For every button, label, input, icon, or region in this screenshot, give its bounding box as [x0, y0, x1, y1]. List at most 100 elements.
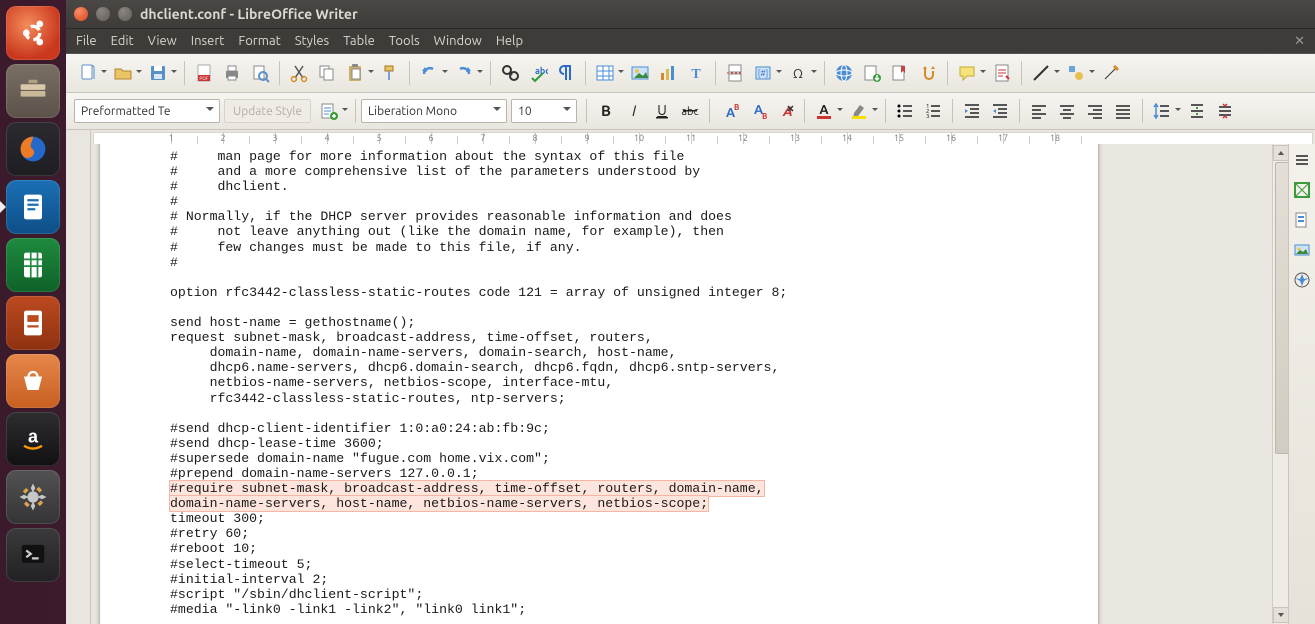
launcher-files[interactable]	[6, 64, 60, 118]
sidebar-navigator-icon[interactable]	[1292, 270, 1312, 290]
underline-button[interactable]: U	[649, 98, 675, 124]
undo-button[interactable]	[416, 60, 442, 86]
launcher-calc[interactable]	[6, 238, 60, 292]
svg-text:PDF: PDF	[199, 75, 209, 81]
sidebar-settings-icon[interactable]	[1292, 150, 1312, 170]
superscript-button[interactable]: AB	[716, 98, 742, 124]
scroll-down-button[interactable]	[1273, 607, 1289, 623]
insert-bookmark-button[interactable]	[887, 60, 913, 86]
launcher-amazon[interactable]: a	[6, 412, 60, 466]
insert-page-break-button[interactable]	[722, 60, 748, 86]
font-size-combo[interactable]: 10	[511, 99, 577, 123]
titlebar[interactable]: dhclient.conf - LibreOffice Writer	[66, 0, 1315, 29]
scroll-up-button[interactable]	[1273, 145, 1289, 161]
insert-special-char-button[interactable]: Ω	[785, 60, 811, 86]
insert-cross-ref-button[interactable]	[915, 60, 941, 86]
insert-textbox-button[interactable]: T	[683, 60, 709, 86]
show-draw-functions-button[interactable]	[1098, 60, 1124, 86]
highlight-color-button[interactable]	[846, 98, 872, 124]
toolbar-formatting: Preformatted Te Update Style Liberation …	[66, 93, 1315, 130]
formatting-marks-button[interactable]	[553, 60, 579, 86]
save-button[interactable]	[145, 60, 171, 86]
print-button[interactable]	[219, 60, 245, 86]
svg-text:3: 3	[926, 113, 929, 120]
svg-text:Ω: Ω	[793, 67, 803, 81]
insert-hyperlink-button[interactable]	[831, 60, 857, 86]
insert-table-button[interactable]	[592, 60, 618, 86]
sidebar-gallery-icon[interactable]	[1292, 240, 1312, 260]
update-style-button[interactable]: Update Style	[224, 99, 311, 123]
document-viewport[interactable]: # man page for more information about th…	[91, 144, 1273, 624]
menu-format[interactable]: Format	[238, 34, 280, 48]
decrease-indent-button[interactable]	[987, 98, 1013, 124]
export-pdf-button[interactable]: PDF	[191, 60, 217, 86]
align-center-button[interactable]	[1054, 98, 1080, 124]
decrease-para-spacing-button[interactable]	[1212, 98, 1238, 124]
bullet-list-button[interactable]	[892, 98, 918, 124]
align-left-button[interactable]	[1026, 98, 1052, 124]
increase-indent-button[interactable]	[959, 98, 985, 124]
insert-chart-button[interactable]	[655, 60, 681, 86]
insert-image-button[interactable]	[627, 60, 653, 86]
menu-window[interactable]: Window	[434, 34, 482, 48]
cut-button[interactable]	[286, 60, 312, 86]
vertical-ruler[interactable]	[66, 144, 91, 624]
window-maximize-button[interactable]	[118, 7, 132, 21]
subscript-button[interactable]: AB	[744, 98, 770, 124]
launcher-dash[interactable]	[6, 6, 60, 60]
insert-field-button[interactable]: [#]	[750, 60, 776, 86]
bold-button[interactable]: B	[593, 98, 619, 124]
launcher-firefox[interactable]	[6, 122, 60, 176]
new-style-button[interactable]	[316, 98, 342, 124]
unity-launcher: a	[0, 0, 66, 624]
menu-table[interactable]: Table	[343, 34, 375, 48]
menu-file[interactable]: File	[76, 34, 97, 48]
align-justify-button[interactable]	[1110, 98, 1136, 124]
svg-text:B: B	[734, 103, 739, 112]
vertical-scrollbar[interactable]	[1272, 144, 1289, 624]
scroll-thumb[interactable]	[1275, 162, 1289, 454]
sidebar-properties-icon[interactable]	[1292, 180, 1312, 200]
increase-para-spacing-button[interactable]	[1184, 98, 1210, 124]
spellcheck-button[interactable]: abc	[525, 60, 551, 86]
clone-formatting-button[interactable]	[377, 60, 403, 86]
basic-shapes-button[interactable]	[1063, 60, 1089, 86]
redo-button[interactable]	[451, 60, 477, 86]
window-minimize-button[interactable]	[96, 7, 110, 21]
paste-button[interactable]	[342, 60, 368, 86]
italic-button[interactable]: I	[621, 98, 647, 124]
launcher-software[interactable]	[6, 354, 60, 408]
print-preview-button[interactable]	[247, 60, 273, 86]
font-name-combo[interactable]: Liberation Mono	[361, 99, 507, 123]
close-document-button[interactable]: ✕	[1294, 34, 1305, 49]
line-drawing-button[interactable]	[1028, 60, 1054, 86]
copy-button[interactable]	[314, 60, 340, 86]
menu-tools[interactable]: Tools	[389, 34, 420, 48]
launcher-settings[interactable]	[6, 470, 60, 524]
clear-formatting-button[interactable]: A	[772, 98, 798, 124]
menu-help[interactable]: Help	[496, 34, 523, 48]
line-spacing-button[interactable]	[1149, 98, 1175, 124]
find-replace-button[interactable]	[497, 60, 523, 86]
menu-styles[interactable]: Styles	[295, 34, 329, 48]
number-list-button[interactable]: 123	[920, 98, 946, 124]
strikethrough-button[interactable]: abc	[677, 98, 703, 124]
track-changes-button[interactable]	[989, 60, 1015, 86]
align-right-button[interactable]	[1082, 98, 1108, 124]
launcher-writer[interactable]	[6, 180, 60, 234]
launcher-terminal[interactable]	[6, 528, 60, 582]
window-close-button[interactable]	[74, 7, 88, 21]
open-button[interactable]	[110, 60, 136, 86]
insert-comment-button[interactable]	[954, 60, 980, 86]
menu-view[interactable]: View	[148, 34, 177, 48]
paragraph-style-combo[interactable]: Preformatted Te	[74, 99, 220, 123]
launcher-impress[interactable]	[6, 296, 60, 350]
menu-insert[interactable]: Insert	[191, 34, 225, 48]
new-document-button[interactable]	[75, 60, 101, 86]
font-color-button[interactable]: A	[811, 98, 837, 124]
menu-edit[interactable]: Edit	[111, 34, 134, 48]
sidebar-styles-icon[interactable]	[1292, 210, 1312, 230]
document-text[interactable]: # man page for more information about th…	[170, 149, 1098, 617]
insert-footnote-button[interactable]	[859, 60, 885, 86]
scroll-track[interactable]	[1274, 162, 1288, 606]
